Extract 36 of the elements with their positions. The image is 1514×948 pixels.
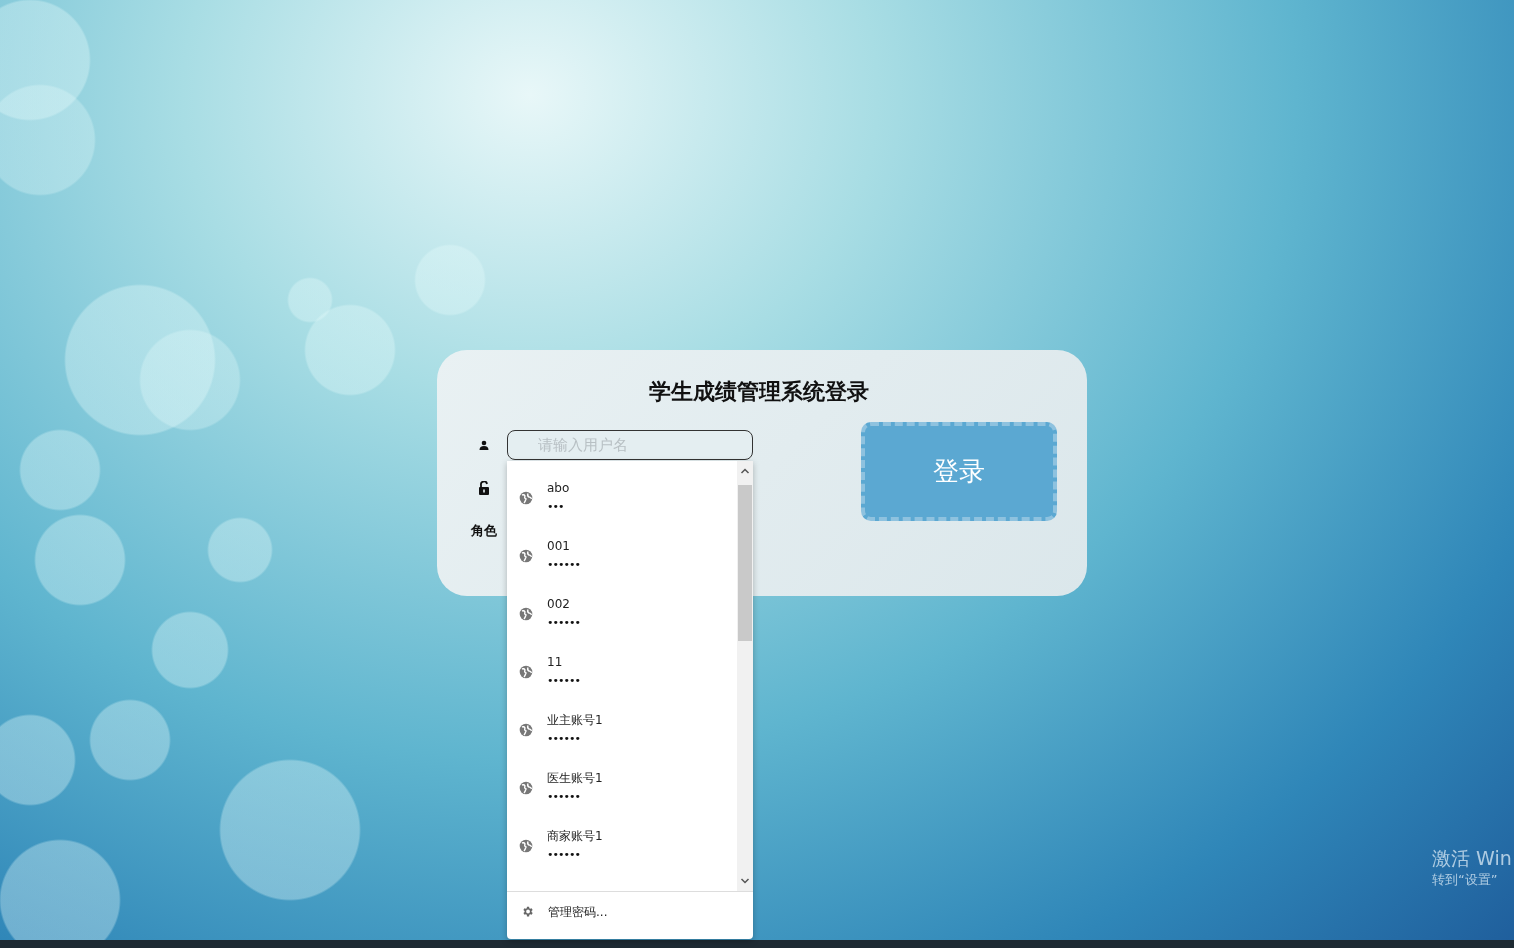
saved-login-item[interactable]: abo •••: [507, 469, 737, 527]
globe-icon: [519, 723, 533, 737]
password-dots: ••••••: [547, 789, 581, 805]
password-dots: ••••••: [547, 731, 581, 747]
manage-passwords-link[interactable]: 管理密码...: [548, 903, 608, 921]
username-text: 002: [547, 596, 571, 613]
activation-notice-text: 转到“设置”: [1432, 871, 1499, 889]
role-label: 角色: [470, 522, 498, 540]
login-title: 学生成绩管理系统登录: [648, 378, 870, 406]
activation-notice-title: 激活 Win: [1432, 846, 1512, 870]
globe-icon: [519, 549, 533, 563]
password-dots: ••••••: [547, 615, 580, 631]
padlock-icon: [478, 481, 490, 495]
username-text: 11: [547, 654, 564, 671]
password-dots: ••••••: [547, 847, 581, 863]
saved-login-item[interactable]: 医生账号1 ••••••: [507, 759, 737, 817]
saved-login-item[interactable]: 001 ••••••: [507, 527, 737, 585]
username-text: 001: [547, 538, 571, 555]
saved-login-item[interactable]: 业主账号1 ••••••: [507, 701, 737, 759]
username-text: 业主账号1: [547, 712, 603, 729]
saved-login-item[interactable]: 商家账号1 ••••••: [507, 817, 737, 875]
globe-icon: [519, 839, 533, 853]
globe-icon: [519, 781, 533, 795]
saved-login-item[interactable]: 002 ••••••: [507, 585, 737, 643]
user-icon: [479, 440, 489, 450]
saved-login-item[interactable]: 11 ••••••: [507, 643, 737, 701]
globe-icon: [519, 491, 533, 505]
username-text: abo: [547, 480, 570, 497]
globe-icon: [519, 665, 533, 679]
username-text: 商家账号1: [547, 828, 603, 845]
username-text: 医生账号1: [547, 770, 603, 787]
settings-icon: [521, 904, 534, 918]
globe-icon: [519, 607, 533, 621]
password-dots: ••••••: [547, 557, 580, 573]
password-dots: ••••••: [547, 673, 580, 689]
password-dots: •••: [547, 499, 565, 515]
